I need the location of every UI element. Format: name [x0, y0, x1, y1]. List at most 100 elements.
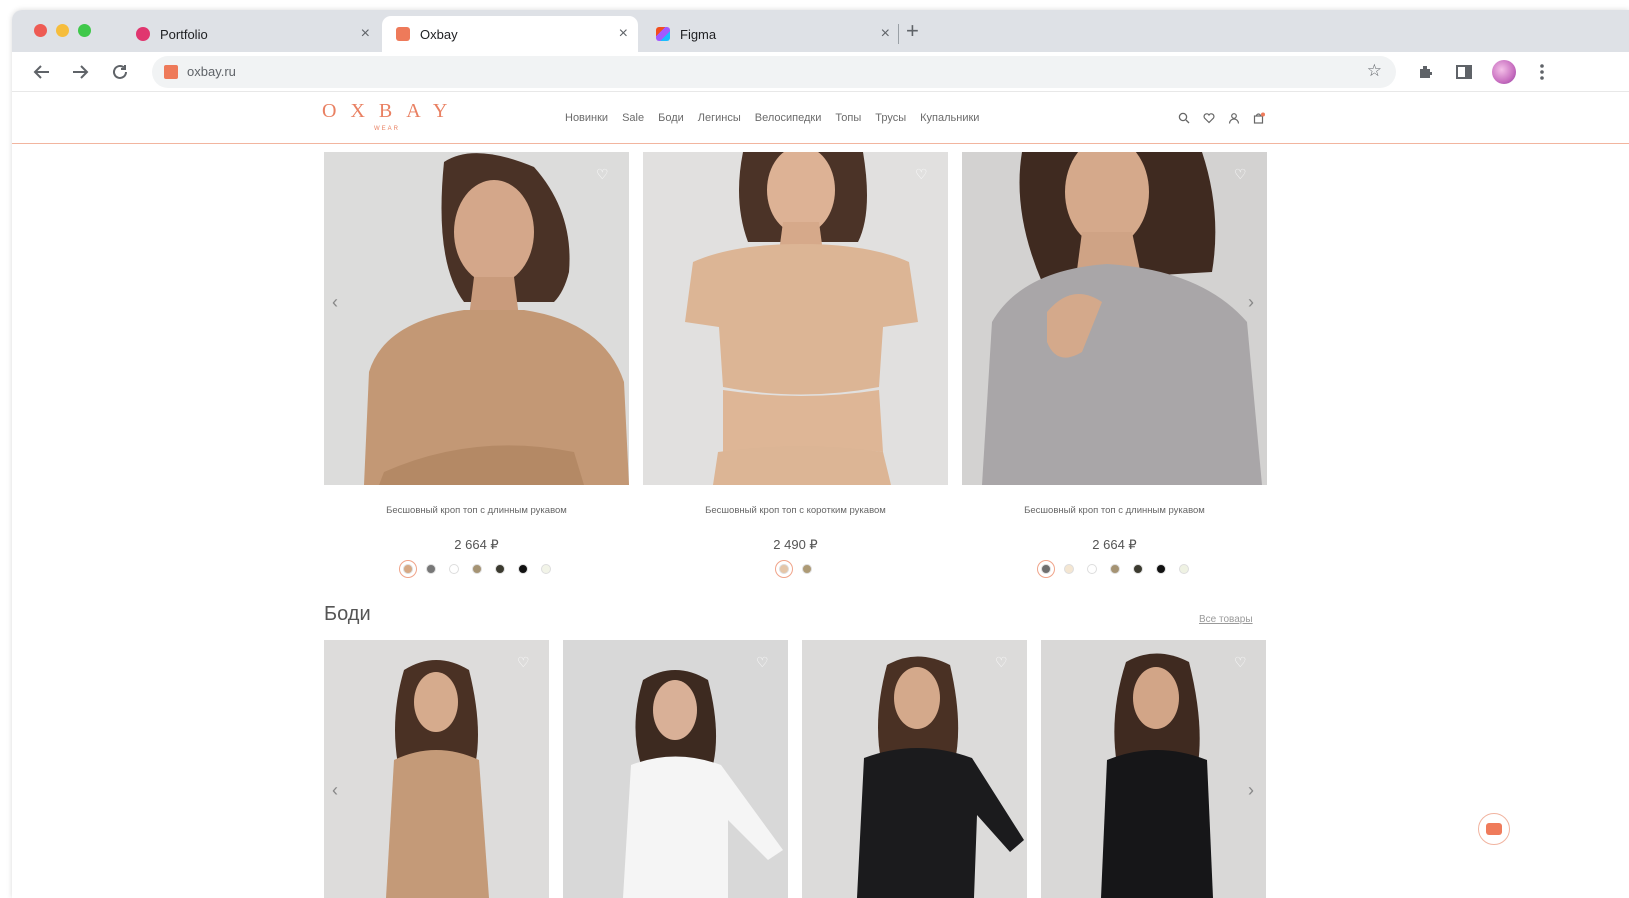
product-name[interactable]: Бесшовный кроп топ с коротким рукавом — [643, 505, 948, 516]
site-logo-sub: WEAR — [374, 126, 400, 132]
address-bar[interactable]: oxbay.ru ☆ — [152, 56, 1396, 88]
web-page: OXBAY WEAR Новинки Sale Боди Легинсы Вел… — [12, 92, 1629, 898]
oxbay-favicon-icon — [396, 27, 410, 41]
product-image — [643, 152, 948, 485]
color-swatch[interactable] — [471, 564, 482, 574]
figma-icon — [656, 27, 670, 41]
color-swatches — [324, 560, 629, 578]
product-image — [1041, 640, 1266, 898]
url-text: oxbay.ru — [187, 64, 236, 79]
site-logo[interactable]: OXBAY — [322, 100, 461, 123]
product-price: 2 664 ₽ — [1092, 537, 1137, 552]
user-icon[interactable] — [1226, 110, 1242, 126]
product-card[interactable]: ♡ — [563, 640, 788, 898]
product-card[interactable]: ♡ ‹ — [324, 640, 549, 898]
minimize-window-button[interactable] — [56, 24, 69, 37]
nav-item-leggings[interactable]: Легинсы — [698, 112, 741, 124]
favorite-heart-icon[interactable]: ♡ — [995, 654, 1008, 671]
nav-item-swimwear[interactable]: Купальники — [920, 112, 979, 124]
color-swatch[interactable] — [1132, 564, 1143, 574]
product-photo[interactable] — [962, 152, 1267, 485]
back-button[interactable] — [28, 58, 56, 86]
new-tab-button[interactable]: + — [906, 18, 919, 44]
color-swatch[interactable] — [540, 564, 551, 574]
favorite-heart-icon[interactable]: ♡ — [596, 166, 609, 183]
nav-item-bike-shorts[interactable]: Велосипедки — [755, 112, 822, 124]
product-photo[interactable] — [643, 152, 948, 485]
product-card[interactable]: ♡ — [802, 640, 1027, 898]
color-swatch[interactable] — [1086, 564, 1097, 574]
color-swatch[interactable] — [802, 564, 812, 574]
tab-portfolio[interactable]: Portfolio × — [122, 16, 380, 52]
product-price: 2 490 ₽ — [773, 537, 818, 552]
product-image — [324, 152, 629, 485]
favorite-heart-icon[interactable]: ♡ — [756, 654, 769, 671]
maximize-window-button[interactable] — [78, 24, 91, 37]
color-swatch[interactable] — [1036, 560, 1055, 578]
product-image — [324, 640, 549, 898]
browser-toolbar: oxbay.ru ☆ — [12, 52, 1629, 92]
tab-strip: Portfolio × Oxbay × Figma × + — [12, 10, 1629, 52]
close-icon[interactable]: × — [361, 25, 370, 43]
reload-icon — [113, 64, 127, 79]
color-swatches — [643, 560, 948, 578]
carousel-next-icon[interactable]: › — [1248, 780, 1254, 801]
product-card[interactable]: ♡ ‹ Бесшовный кроп топ с длинным рукавом… — [324, 152, 629, 592]
product-name[interactable]: Бесшовный кроп топ с длинным рукавом — [324, 505, 629, 516]
arrow-left-icon — [33, 65, 49, 79]
close-window-button[interactable] — [34, 24, 47, 37]
product-name[interactable]: Бесшовный кроп топ с длинным рукавом — [962, 505, 1267, 516]
nav-item-bodysuits[interactable]: Боди — [658, 112, 684, 124]
tab-oxbay[interactable]: Oxbay × — [382, 16, 638, 52]
search-icon[interactable] — [1176, 110, 1192, 126]
kebab-menu-icon[interactable] — [1530, 60, 1554, 84]
product-card[interactable]: ♡ › Бесшовный кроп топ с длинным рукавом… — [962, 152, 1267, 592]
bookmark-star-icon[interactable]: ☆ — [1367, 61, 1382, 81]
close-icon[interactable]: × — [619, 25, 628, 43]
carousel-prev-icon[interactable]: ‹ — [332, 292, 338, 313]
favorite-heart-icon[interactable]: ♡ — [1234, 166, 1247, 183]
color-swatches — [962, 560, 1267, 578]
tab-title: Portfolio — [160, 26, 208, 42]
all-products-link[interactable]: Все товары — [1199, 614, 1253, 625]
carousel-prev-icon[interactable]: ‹ — [332, 780, 338, 801]
profile-avatar[interactable] — [1492, 60, 1516, 84]
site-favicon-icon — [164, 65, 178, 79]
nav-item-sale[interactable]: Sale — [622, 112, 644, 124]
arrow-right-icon — [73, 65, 89, 79]
product-card[interactable]: ♡ › — [1041, 640, 1266, 898]
side-panel-icon[interactable] — [1452, 60, 1476, 84]
product-image — [962, 152, 1267, 485]
color-swatch[interactable] — [425, 564, 436, 574]
favorite-heart-icon[interactable]: ♡ — [1234, 654, 1247, 671]
color-swatch[interactable] — [1109, 564, 1120, 574]
carousel-next-icon[interactable]: › — [1248, 292, 1254, 313]
product-photo[interactable] — [324, 152, 629, 485]
browser-window: Portfolio × Oxbay × Figma × + oxbay.ru ☆ — [12, 10, 1629, 898]
favorite-heart-icon[interactable]: ♡ — [517, 654, 530, 671]
reload-button[interactable] — [106, 58, 134, 86]
color-swatch[interactable] — [1178, 564, 1189, 574]
color-swatch[interactable] — [775, 560, 793, 578]
section-title-bodysuits: Боди — [324, 603, 371, 625]
tab-separator — [898, 24, 899, 44]
color-swatch[interactable] — [1063, 564, 1074, 574]
nav-item-tops[interactable]: Топы — [835, 112, 861, 124]
tab-figma[interactable]: Figma × — [642, 16, 900, 52]
color-swatch[interactable] — [398, 560, 417, 578]
heart-icon[interactable] — [1201, 110, 1217, 126]
color-swatch[interactable] — [1155, 564, 1166, 574]
favorite-heart-icon[interactable]: ♡ — [915, 166, 928, 183]
color-swatch[interactable] — [517, 564, 528, 574]
nav-item-briefs[interactable]: Трусы — [875, 112, 906, 124]
cart-icon[interactable] — [1251, 110, 1267, 126]
extensions-puzzle-icon[interactable] — [1414, 60, 1438, 84]
product-image — [802, 640, 1027, 898]
color-swatch[interactable] — [494, 564, 505, 574]
close-icon[interactable]: × — [881, 25, 890, 43]
forward-button[interactable] — [66, 58, 94, 86]
chat-widget-button[interactable] — [1478, 813, 1510, 845]
color-swatch[interactable] — [448, 564, 459, 574]
nav-item-new[interactable]: Новинки — [565, 112, 608, 124]
product-card[interactable]: ♡ Бесшовный кроп топ с коротким рукавом … — [643, 152, 948, 592]
